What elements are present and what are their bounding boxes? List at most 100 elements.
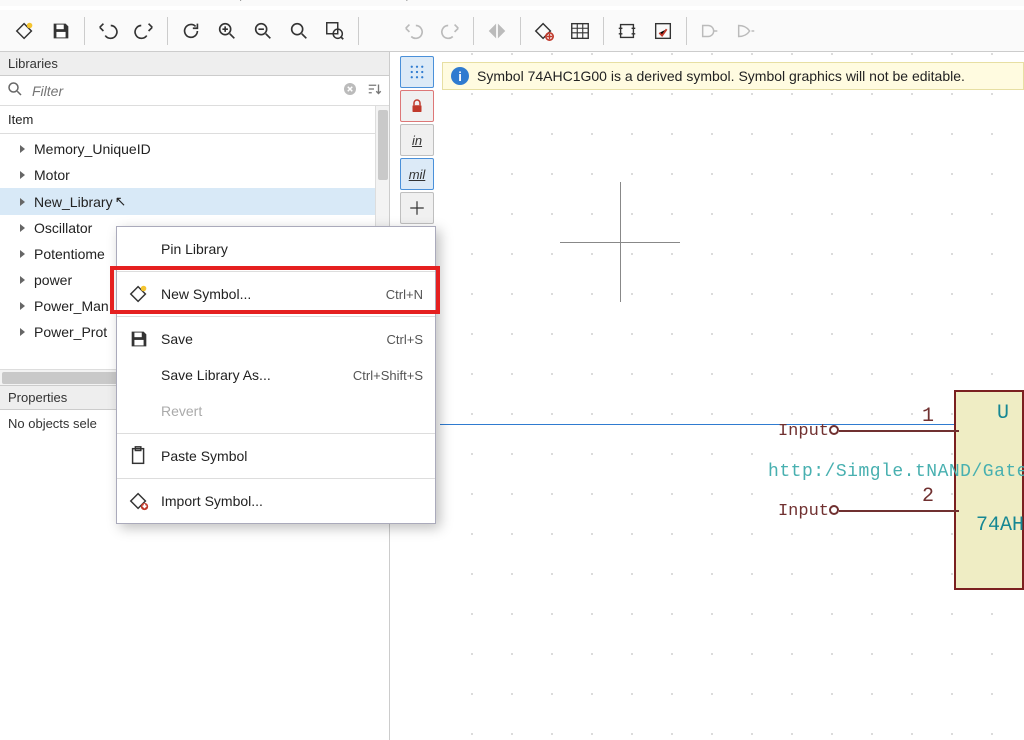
menubar: File Edit View Place Inspect Preferences… <box>0 0 1024 6</box>
sort-icon[interactable] <box>365 80 383 101</box>
main-toolbar <box>0 10 1024 52</box>
zoom-in-button[interactable] <box>210 14 244 48</box>
zoom-out-button[interactable] <box>246 14 280 48</box>
context-item-label: Paste Symbol <box>161 448 423 464</box>
menu-place[interactable]: Place <box>161 0 198 6</box>
zoom-fit-button[interactable] <box>282 14 316 48</box>
spreadsheet-button[interactable] <box>563 14 597 48</box>
pin-line <box>839 430 959 432</box>
context-revert: Revert <box>117 393 435 429</box>
chevron-right-icon <box>18 194 28 210</box>
clear-filter-icon[interactable] <box>341 80 359 101</box>
filter-row <box>0 76 389 106</box>
column-header-item[interactable]: Item <box>0 106 389 134</box>
paste-icon <box>127 445 151 467</box>
undo-button[interactable] <box>91 14 125 48</box>
library-item-label: Power_Prot <box>34 324 107 340</box>
context-item-label: New Symbol... <box>161 286 376 302</box>
context-import-symbol[interactable]: Import Symbol... <box>117 483 435 519</box>
context-pin-library[interactable]: Pin Library <box>117 231 435 267</box>
pin-line <box>839 510 959 512</box>
pin-number: 1 <box>922 405 934 428</box>
libraries-panel-title: Libraries <box>0 52 389 76</box>
chevron-right-icon <box>18 246 28 262</box>
settings-button[interactable] <box>527 14 561 48</box>
zoom-selection-button[interactable] <box>318 14 352 48</box>
unit-in-button[interactable]: in <box>400 124 434 156</box>
chevron-right-icon <box>18 167 28 183</box>
erc-button[interactable] <box>646 14 680 48</box>
nav-back-button[interactable] <box>397 14 431 48</box>
context-item-label: Pin Library <box>161 241 423 257</box>
library-item-label: Motor <box>34 167 70 183</box>
context-item-shortcut: Ctrl+Shift+S <box>353 368 423 383</box>
library-item[interactable]: Memory_UniqueID <box>0 136 389 162</box>
info-bar: i Symbol 74AHC1G00 is a derived symbol. … <box>442 62 1024 90</box>
menu-inspect[interactable]: Inspect <box>220 0 266 6</box>
chevron-right-icon <box>18 272 28 288</box>
schematic-component[interactable]: 1 2 3 5 Input Input U 74AH http:/Simgle.… <box>764 342 1024 602</box>
nav-forward-button[interactable] <box>433 14 467 48</box>
pin-endpoint-icon <box>829 425 839 435</box>
menu-view[interactable]: View <box>107 0 139 6</box>
new-symbol-button[interactable] <box>8 14 42 48</box>
canvas-side-toolbar: in mil <box>398 52 438 228</box>
context-new-symbol[interactable]: New Symbol... Ctrl+N <box>117 276 435 312</box>
menu-file[interactable]: File <box>12 0 37 6</box>
component-body <box>954 390 1024 590</box>
chevron-right-icon <box>18 220 28 236</box>
context-paste-symbol[interactable]: Paste Symbol <box>117 438 435 474</box>
pin-endpoint-icon <box>829 505 839 515</box>
new-symbol-icon <box>127 283 151 305</box>
pin-label: Input <box>778 422 829 441</box>
footprint-button[interactable] <box>610 14 644 48</box>
context-item-label: Save Library As... <box>161 367 343 383</box>
redo-button[interactable] <box>127 14 161 48</box>
save-icon <box>127 328 151 350</box>
context-item-shortcut: Ctrl+S <box>387 332 423 347</box>
chevron-right-icon <box>18 141 28 157</box>
context-save[interactable]: Save Ctrl+S <box>117 321 435 357</box>
menu-preferences[interactable]: Preferences <box>288 0 362 6</box>
filter-input[interactable] <box>30 82 335 100</box>
mirror-button[interactable] <box>480 14 514 48</box>
library-item-label: Oscillator <box>34 220 92 236</box>
component-reference: U <box>997 402 1009 425</box>
library-item-label: Potentiome <box>34 246 105 262</box>
chevron-right-icon <box>18 298 28 314</box>
component-datasheet-link[interactable]: http:/Simgle.tNAND/Gate <box>768 462 1024 482</box>
library-item-label: Memory_UniqueID <box>34 141 151 157</box>
cursor-style-button[interactable] <box>400 192 434 224</box>
context-save-as[interactable]: Save Library As... Ctrl+Shift+S <box>117 357 435 393</box>
library-item[interactable]: Motor <box>0 162 389 188</box>
library-item-selected[interactable]: New_Library↖ <box>0 188 389 215</box>
refresh-button[interactable] <box>174 14 208 48</box>
context-item-label: Save <box>161 331 377 347</box>
gate-button[interactable] <box>693 14 727 48</box>
grid-button[interactable] <box>400 56 434 88</box>
menu-help[interactable]: Help <box>384 0 415 6</box>
context-menu: Pin Library New Symbol... Ctrl+N Save Ct… <box>116 226 436 524</box>
menu-edit[interactable]: Edit <box>59 0 85 6</box>
context-item-shortcut: Ctrl+N <box>386 287 423 302</box>
library-item-label: power <box>34 272 72 288</box>
context-item-label: Revert <box>161 403 423 419</box>
chevron-right-icon <box>18 324 28 340</box>
component-value: 74AH <box>976 514 1024 537</box>
import-icon <box>127 490 151 512</box>
cursor-icon: ↖ <box>115 193 127 210</box>
lock-button[interactable] <box>400 90 434 122</box>
library-item-label: New_Library <box>34 194 113 210</box>
canvas-crosshair <box>560 182 680 302</box>
save-button[interactable] <box>44 14 78 48</box>
info-icon: i <box>451 67 469 85</box>
library-item-label: Power_Man <box>34 298 109 314</box>
context-item-label: Import Symbol... <box>161 493 423 509</box>
gate-alt-button[interactable] <box>729 14 763 48</box>
schematic-canvas[interactable]: i Symbol 74AHC1G00 is a derived symbol. … <box>440 52 1024 740</box>
info-bar-text: Symbol 74AHC1G00 is a derived symbol. Sy… <box>477 68 965 84</box>
search-icon <box>6 80 24 101</box>
unit-mil-button[interactable]: mil <box>400 158 434 190</box>
pin-label: Input <box>778 502 829 521</box>
pin-number: 2 <box>922 485 934 508</box>
